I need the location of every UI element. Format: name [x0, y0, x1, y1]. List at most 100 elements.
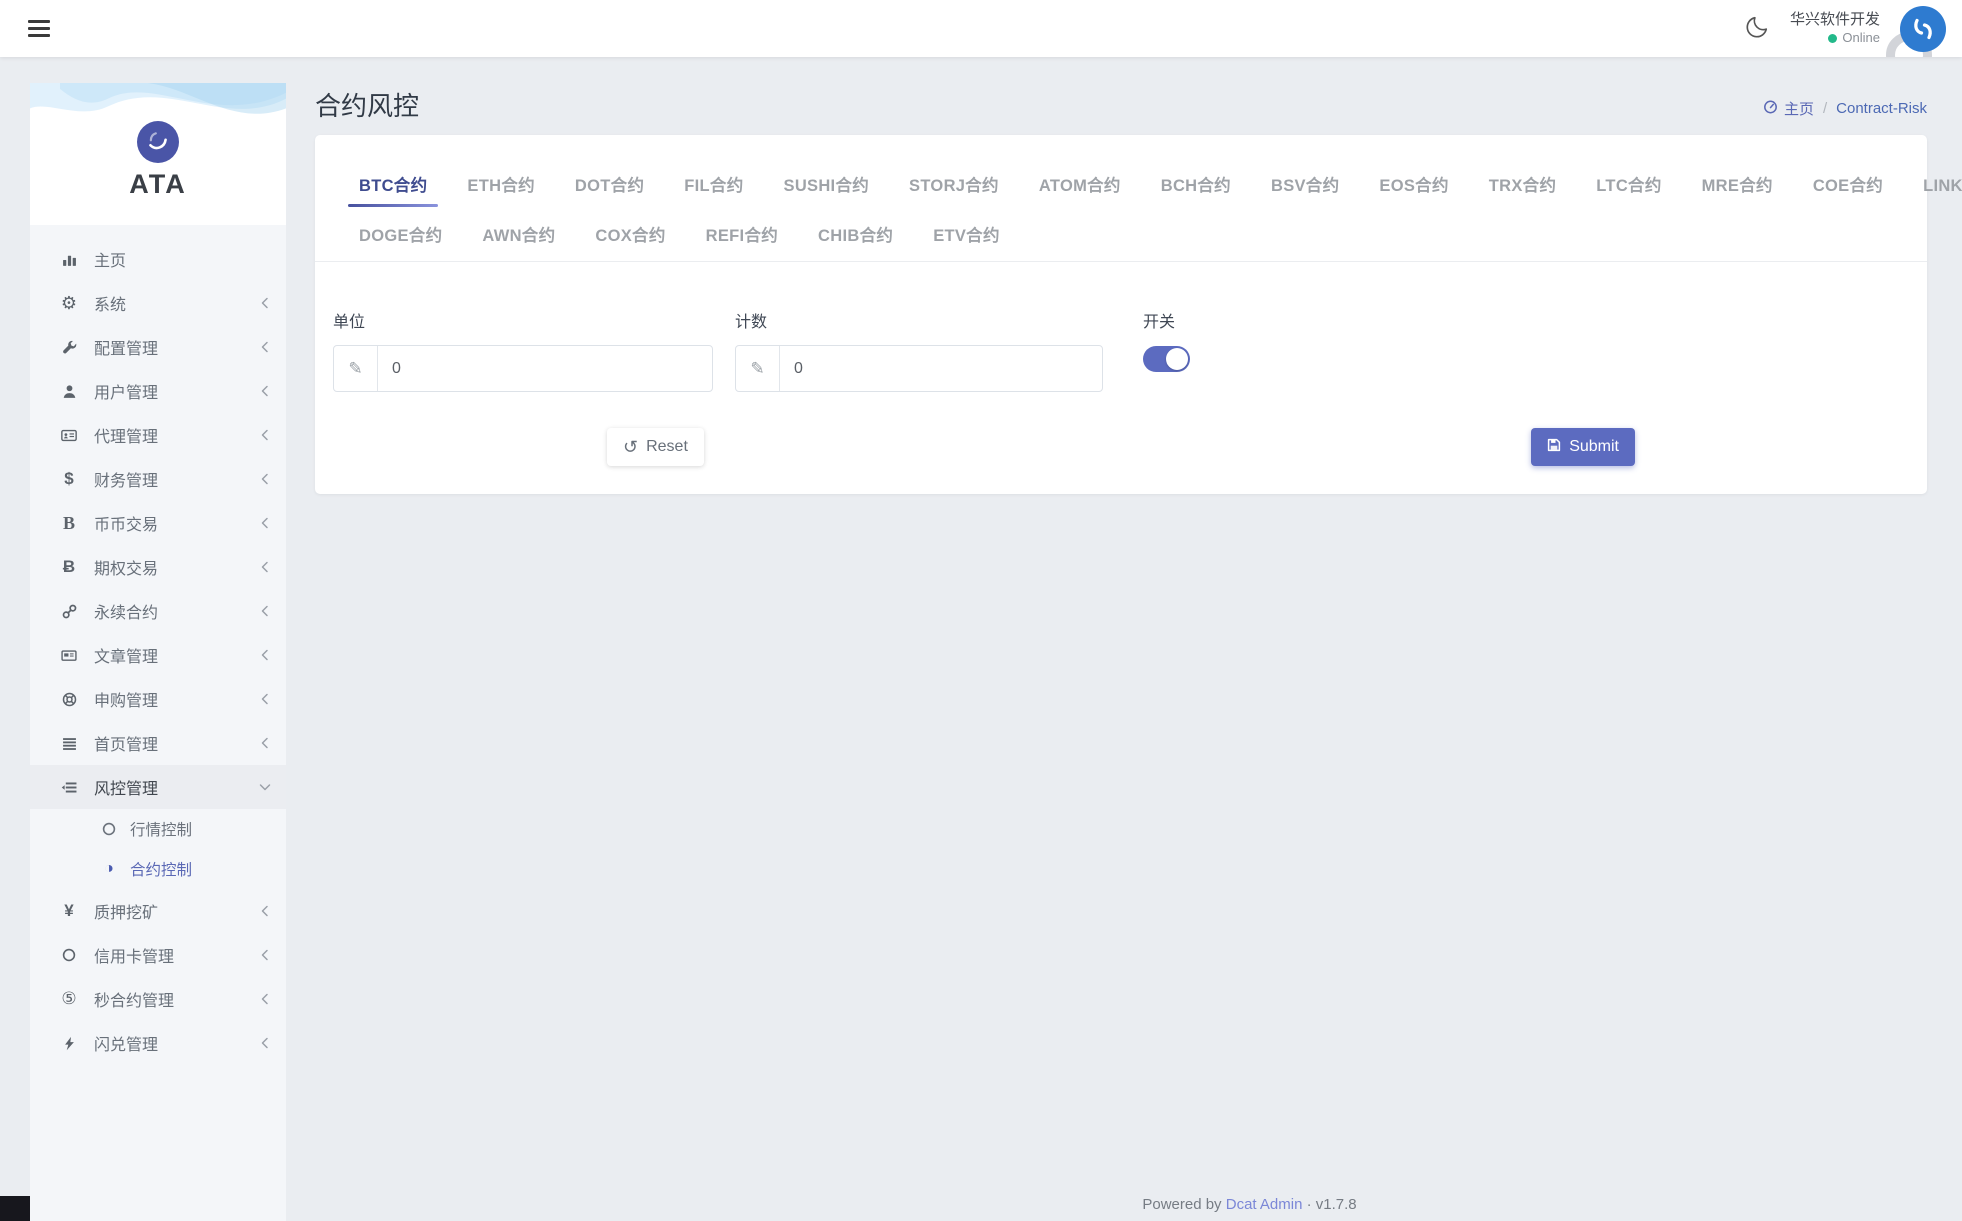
sidebar-item-13[interactable]: ¥质押挖矿	[30, 889, 286, 933]
tab-ETH合约[interactable]: ETH合约	[453, 161, 549, 211]
sidebar-item-10[interactable]: 申购管理	[30, 677, 286, 721]
user-icon	[58, 384, 80, 399]
tab-DOT合约[interactable]: DOT合约	[561, 161, 658, 211]
sidebar-item-14[interactable]: 信用卡管理	[30, 933, 286, 977]
sidebar-item-1[interactable]: ⚙ 系统	[30, 281, 286, 325]
sidebar-item-label: 永续合约	[94, 599, 260, 623]
brand-logo-icon	[137, 121, 179, 163]
chevron-left-icon	[260, 905, 270, 917]
sidebar-item-label: 闪兑管理	[94, 1031, 260, 1055]
sidebar-item-label: 代理管理	[94, 423, 260, 447]
sidebar-item-5[interactable]: $财务管理	[30, 457, 286, 501]
circle-outline-icon	[100, 822, 118, 836]
tab-COE合约[interactable]: COE合约	[1799, 161, 1897, 211]
main-content: 合约风控 主页 / Contract-Risk BTC合约ETH合约DOT合约F…	[286, 57, 1962, 1221]
sidebar-item-16[interactable]: 闪兑管理	[30, 1021, 286, 1065]
tab-MRE合约[interactable]: MRE合约	[1688, 161, 1787, 211]
tab-LTC合约[interactable]: LTC合约	[1582, 161, 1675, 211]
chevron-left-icon	[260, 561, 270, 573]
sidebar-item-label: 主页	[94, 247, 270, 271]
chevron-left-icon	[260, 649, 270, 661]
sidebar-subitem-label: 合约控制	[130, 858, 286, 880]
flash-icon	[58, 1036, 80, 1051]
tab-CHIB合约[interactable]: CHIB合约	[804, 211, 907, 261]
sidebar-item-4[interactable]: 代理管理	[30, 413, 286, 457]
tab-BTC合约[interactable]: BTC合约	[345, 161, 441, 211]
unit-label: 单位	[333, 308, 713, 332]
chevron-left-icon	[260, 693, 270, 705]
tab-TRX合约[interactable]: TRX合约	[1475, 161, 1571, 211]
sidebar-item-3[interactable]: 用户管理	[30, 369, 286, 413]
online-status-label: Online	[1842, 30, 1880, 47]
tab-STORJ合约[interactable]: STORJ合约	[895, 161, 1013, 211]
lines-icon	[58, 736, 80, 751]
tab-LINK合约[interactable]: LINK合约	[1909, 161, 1962, 211]
sidebar-item-label: 信用卡管理	[94, 943, 260, 967]
coin-b-icon: B	[58, 513, 80, 534]
unit-field-group: 单位 ✎	[333, 308, 713, 392]
sidebar-item-label: 风控管理	[94, 775, 260, 799]
chevron-left-icon	[260, 993, 270, 1005]
tab-COX合约[interactable]: COX合约	[581, 211, 679, 261]
tab-EOS合约[interactable]: EOS合约	[1365, 161, 1462, 211]
dcat-admin-link[interactable]: Dcat Admin	[1226, 1196, 1303, 1213]
version-label: v1.7.8	[1316, 1196, 1357, 1213]
submit-button[interactable]: Submit	[1531, 428, 1635, 466]
tab-FIL合约[interactable]: FIL合约	[670, 161, 757, 211]
gear-icon: ⚙	[58, 293, 80, 314]
dark-mode-toggle[interactable]	[1745, 14, 1770, 44]
count-input[interactable]	[780, 346, 1102, 391]
risk-form: 单位 ✎ 计数 ✎ 开关	[315, 262, 1927, 392]
tab-ATOM合约[interactable]: ATOM合约	[1025, 161, 1135, 211]
chevron-left-icon	[260, 949, 270, 961]
logo-card[interactable]: ATA	[30, 83, 286, 225]
chevron-left-icon	[260, 429, 270, 441]
tab-ETV合约[interactable]: ETV合约	[919, 211, 1014, 261]
sidebar-subitem-12-1[interactable]: ◑ 合约控制	[30, 849, 286, 889]
tab-DOGE合约[interactable]: DOGE合约	[345, 211, 456, 261]
breadcrumb-home-link[interactable]: 主页	[1763, 98, 1814, 119]
sidebar-item-0[interactable]: 主页	[30, 237, 286, 281]
sidebar-item-6[interactable]: B 币币交易	[30, 501, 286, 545]
five-icon: ⑤	[58, 989, 80, 1009]
tab-SUSHI合约[interactable]: SUSHI合约	[770, 161, 884, 211]
sidebar-item-label: 质押挖矿	[94, 899, 260, 923]
newspaper-icon	[58, 648, 80, 663]
tab-REFI合约[interactable]: REFI合约	[692, 211, 792, 261]
chevron-left-icon	[260, 473, 270, 485]
chevron-down-icon	[260, 781, 270, 793]
chevron-left-icon	[260, 737, 270, 749]
brand-name: ATA	[30, 169, 286, 200]
sidebar-item-9[interactable]: 文章管理	[30, 633, 286, 677]
sidebar-item-label: 系统	[94, 291, 260, 315]
save-icon	[1547, 438, 1561, 457]
sidebar: ATA 主页 ⚙ 系统配置管理用户管理代理管理 $财务管理 B 币币交易 Ƀ期权交易永续合约…	[30, 83, 286, 1221]
unit-input[interactable]	[378, 346, 712, 391]
toggle-knob	[1166, 348, 1188, 370]
hamburger-menu-icon[interactable]	[28, 16, 54, 41]
tab-BSV合约[interactable]: BSV合约	[1257, 161, 1353, 211]
sidebar-item-12[interactable]: 风控管理	[30, 765, 286, 809]
chevron-left-icon	[260, 1037, 270, 1049]
sidebar-item-11[interactable]: 首页管理	[30, 721, 286, 765]
sidebar-subitem-12-0[interactable]: 行情控制	[30, 809, 286, 849]
sidebar-subitem-label: 行情控制	[130, 818, 286, 840]
circle-outline-icon	[58, 948, 80, 962]
card-footer: ↺ Reset Submit	[315, 392, 1927, 494]
switch-field-group: 开关	[1143, 308, 1190, 392]
circle-half-icon: ◑	[100, 860, 118, 878]
switch-toggle[interactable]	[1143, 346, 1190, 372]
tab-AWN合约[interactable]: AWN合约	[468, 211, 569, 261]
user-info[interactable]: 华兴软件开发 Online	[1790, 10, 1880, 46]
avatar[interactable]	[1900, 6, 1946, 52]
sidebar-item-2[interactable]: 配置管理	[30, 325, 286, 369]
sidebar-item-label: 币币交易	[94, 511, 260, 535]
reset-button[interactable]: ↺ Reset	[607, 428, 704, 466]
sidebar-item-label: 财务管理	[94, 467, 260, 491]
sidebar-item-7[interactable]: Ƀ期权交易	[30, 545, 286, 589]
pencil-icon: ✎	[334, 346, 378, 391]
sidebar-item-8[interactable]: 永续合约	[30, 589, 286, 633]
tab-BCH合约[interactable]: BCH合约	[1147, 161, 1245, 211]
breadcrumb-current[interactable]: Contract-Risk	[1836, 100, 1927, 117]
sidebar-item-15[interactable]: ⑤秒合约管理	[30, 977, 286, 1021]
